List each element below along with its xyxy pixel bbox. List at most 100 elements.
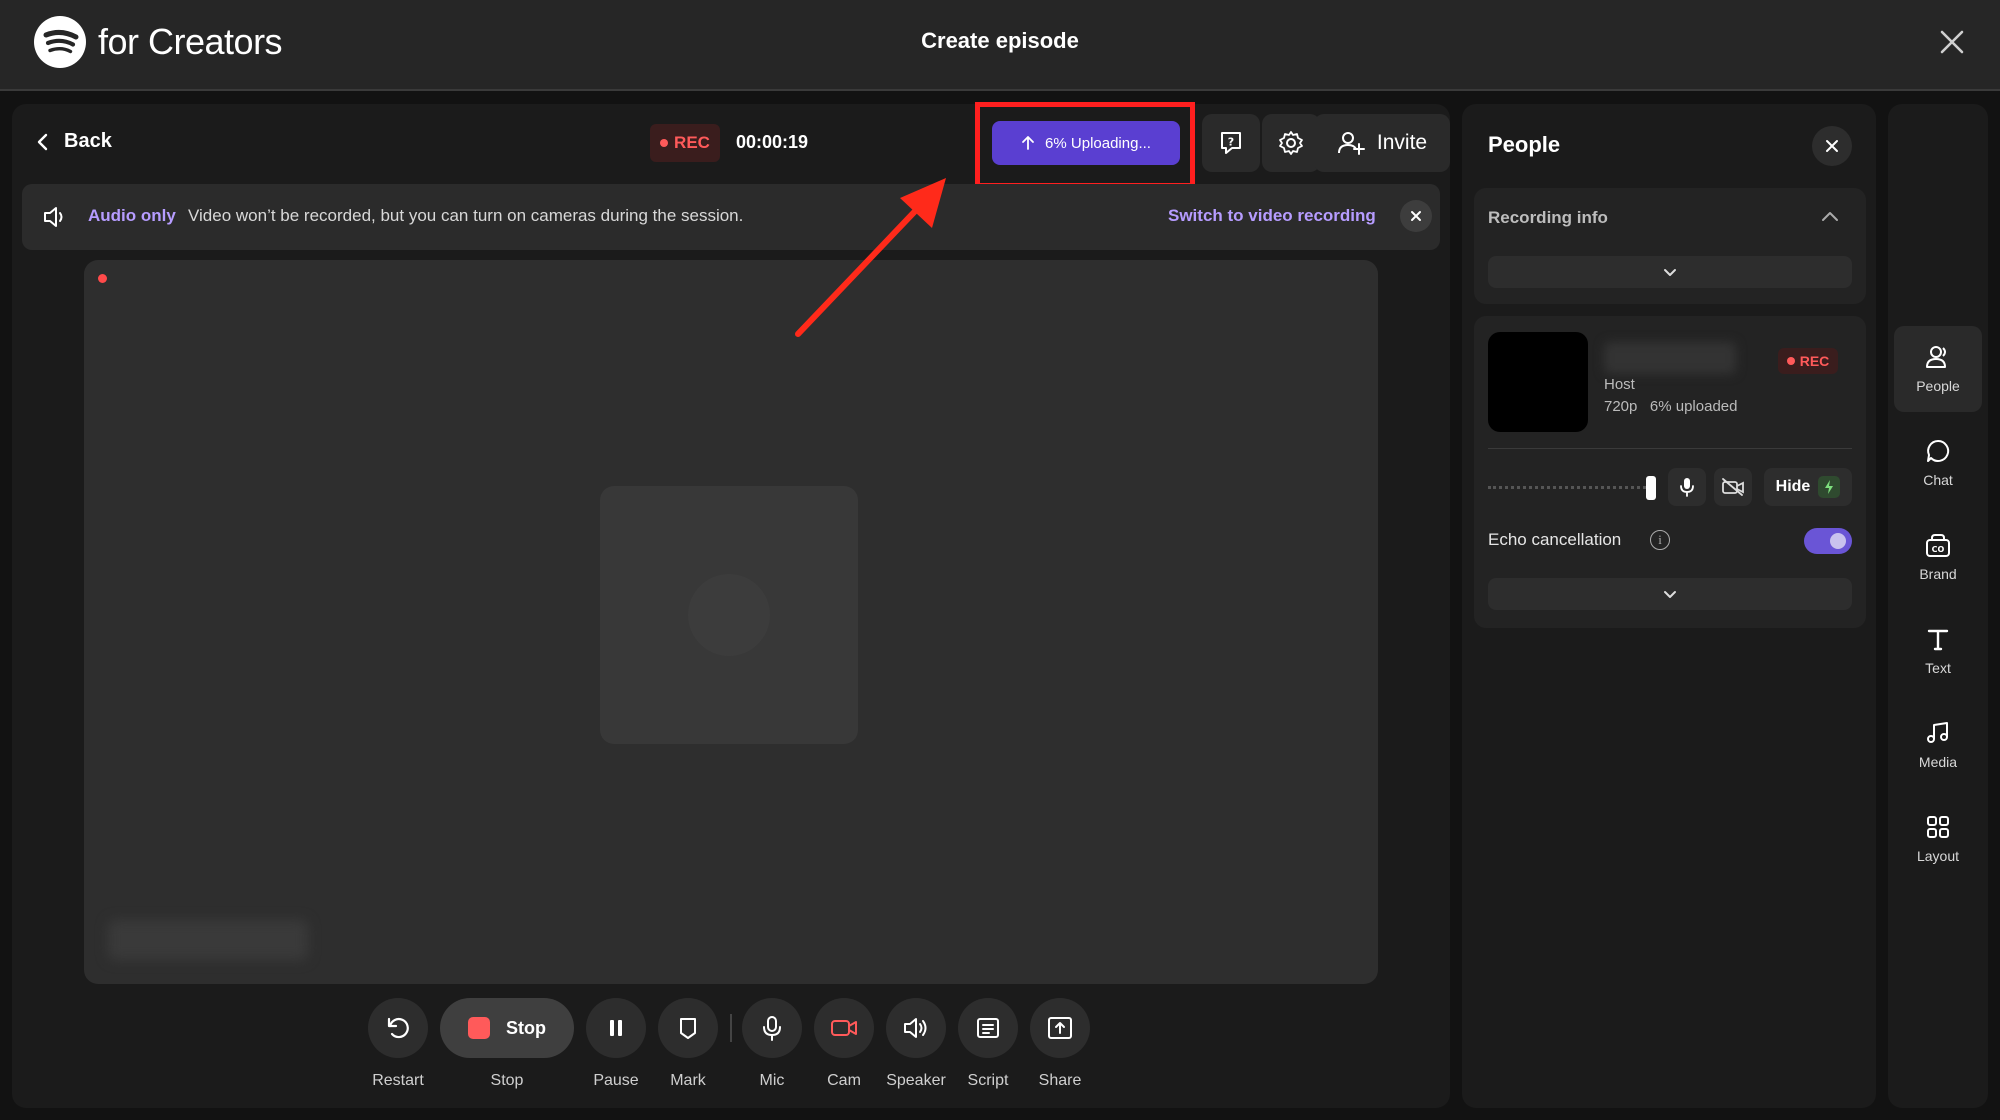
- hide-label: Hide: [1775, 478, 1811, 495]
- speaker-icon: [44, 207, 63, 227]
- rec-label: REC: [674, 133, 710, 152]
- help-button[interactable]: ?: [1202, 114, 1260, 172]
- mic-button[interactable]: [742, 998, 802, 1058]
- rail-item-people[interactable]: People: [1894, 326, 1982, 412]
- help-chat-icon: ?: [1221, 132, 1241, 154]
- info-icon[interactable]: i: [1650, 530, 1670, 550]
- rec-badge: REC: [650, 124, 720, 162]
- back-label: Back: [64, 130, 112, 152]
- people-icon: [1926, 346, 1946, 368]
- participant-camera-button[interactable]: [1714, 468, 1752, 506]
- close-icon: [1411, 211, 1421, 221]
- blurred-name-tag: [108, 920, 308, 960]
- invite-label: Invite: [1376, 131, 1428, 154]
- volume-slider-handle[interactable]: [1646, 476, 1656, 500]
- avatar-placeholder: [688, 574, 770, 656]
- participant-quality: 720p 6% uploaded: [1604, 398, 1737, 415]
- rail-item-chat[interactable]: Chat: [1894, 420, 1982, 506]
- share-button[interactable]: [1030, 998, 1090, 1058]
- script-icon: [977, 1018, 999, 1038]
- script-button[interactable]: [958, 998, 1018, 1058]
- audio-only-banner: Audio only Video won’t be recorded, but …: [22, 184, 1440, 250]
- add-person-icon: [1337, 132, 1365, 155]
- rail-item-layout[interactable]: Layout: [1894, 796, 1982, 882]
- divider: [730, 1014, 732, 1042]
- people-panel: People Recording info REC Host 720p 6% u…: [1462, 104, 1876, 1108]
- svg-text:CO: CO: [1932, 545, 1945, 554]
- back-button[interactable]: Back: [36, 130, 112, 153]
- rail-label-brand: Brand: [1919, 566, 1957, 582]
- recording-info-label: Recording info: [1488, 208, 1608, 227]
- more-settings-toggle[interactable]: [1488, 578, 1852, 610]
- banner-text: Video won’t be recorded, but you can tur…: [188, 206, 744, 225]
- rail-label-layout: Layout: [1916, 848, 1960, 864]
- stop-icon: [468, 1017, 490, 1039]
- cam-button[interactable]: [814, 998, 874, 1058]
- stop-button-label: Stop: [506, 1017, 546, 1038]
- speaker-button[interactable]: [886, 998, 946, 1058]
- hide-button[interactable]: Hide: [1764, 468, 1852, 506]
- resolution: 720p: [1604, 398, 1638, 415]
- layout-icon: [1927, 816, 1949, 838]
- rail-item-media[interactable]: Media: [1894, 702, 1982, 788]
- switch-to-video-link[interactable]: Switch to video recording: [1168, 206, 1376, 226]
- mark-label: Mark: [670, 1072, 706, 1089]
- close-icon: [1826, 140, 1838, 152]
- speaker-icon: [904, 1018, 927, 1038]
- stop-label: Stop: [490, 1072, 524, 1089]
- invite-button[interactable]: Invite: [1314, 114, 1450, 172]
- share-icon: [1048, 1017, 1072, 1039]
- bookmark-icon: [680, 1018, 696, 1039]
- participant-mic-button[interactable]: [1668, 468, 1706, 506]
- volume-slider-track[interactable]: [1488, 486, 1646, 490]
- avatar: [1488, 332, 1588, 432]
- participant-tile: [600, 486, 858, 744]
- pause-button[interactable]: [586, 998, 646, 1058]
- rec-dot-icon: [1786, 357, 1795, 365]
- settings-button[interactable]: [1262, 114, 1320, 172]
- upload-progress: 6% uploaded: [1649, 398, 1738, 415]
- arrow-up-icon: [1022, 136, 1034, 150]
- rec-dot-icon: [660, 139, 669, 147]
- restart-label: Restart: [372, 1072, 424, 1089]
- pause-icon: [610, 1020, 622, 1036]
- rail-item-brand[interactable]: CO Brand: [1894, 514, 1982, 600]
- upload-status-button[interactable]: 6% Uploading...: [992, 121, 1180, 165]
- svg-text:?: ?: [1228, 136, 1234, 149]
- panel-close-button[interactable]: [1812, 126, 1852, 166]
- participant-card: REC Host 720p 6% uploaded Hide Echo canc…: [1474, 316, 1866, 628]
- banner-label: Audio only: [88, 206, 176, 225]
- chevron-left-icon: [37, 133, 48, 150]
- echo-cancellation-toggle[interactable]: [1804, 528, 1852, 554]
- rail-label-media: Media: [1918, 754, 1958, 770]
- recording-indicator-icon: [98, 274, 107, 283]
- banner-close-button[interactable]: [1400, 200, 1432, 232]
- chevron-down-icon: [1664, 591, 1676, 598]
- panel-title: People: [1488, 132, 1561, 157]
- blurred-participant-name: [1604, 342, 1736, 374]
- rail-item-text[interactable]: Text: [1894, 608, 1982, 694]
- chevron-up-icon[interactable]: [1820, 210, 1840, 224]
- top-bar: for Creators Create episode: [0, 0, 2000, 91]
- stop-button[interactable]: Stop: [440, 998, 574, 1058]
- echo-cancellation-label: Echo cancellation: [1488, 530, 1622, 549]
- recording-timer: 00:00:19: [736, 132, 809, 152]
- toggle-knob: [1830, 533, 1846, 549]
- recording-info-card: Recording info: [1474, 188, 1866, 304]
- rail-label-text: Text: [1925, 660, 1951, 676]
- close-icon[interactable]: [1934, 24, 1970, 60]
- expand-toggle[interactable]: [1488, 256, 1852, 288]
- share-label: Share: [1038, 1072, 1082, 1089]
- mic-icon: [763, 1016, 781, 1041]
- restart-button[interactable]: [368, 998, 428, 1058]
- lightning-icon: [1818, 476, 1841, 498]
- mark-button[interactable]: [658, 998, 718, 1058]
- participant-role: Host: [1604, 376, 1635, 393]
- music-icon: [1927, 722, 1948, 743]
- text-icon: [1927, 629, 1949, 651]
- divider: [1488, 448, 1852, 449]
- rail-label-chat: Chat: [1923, 472, 1953, 488]
- camera-off-icon: [831, 1020, 857, 1036]
- chat-icon: [1927, 439, 1950, 462]
- video-stage: [84, 260, 1378, 984]
